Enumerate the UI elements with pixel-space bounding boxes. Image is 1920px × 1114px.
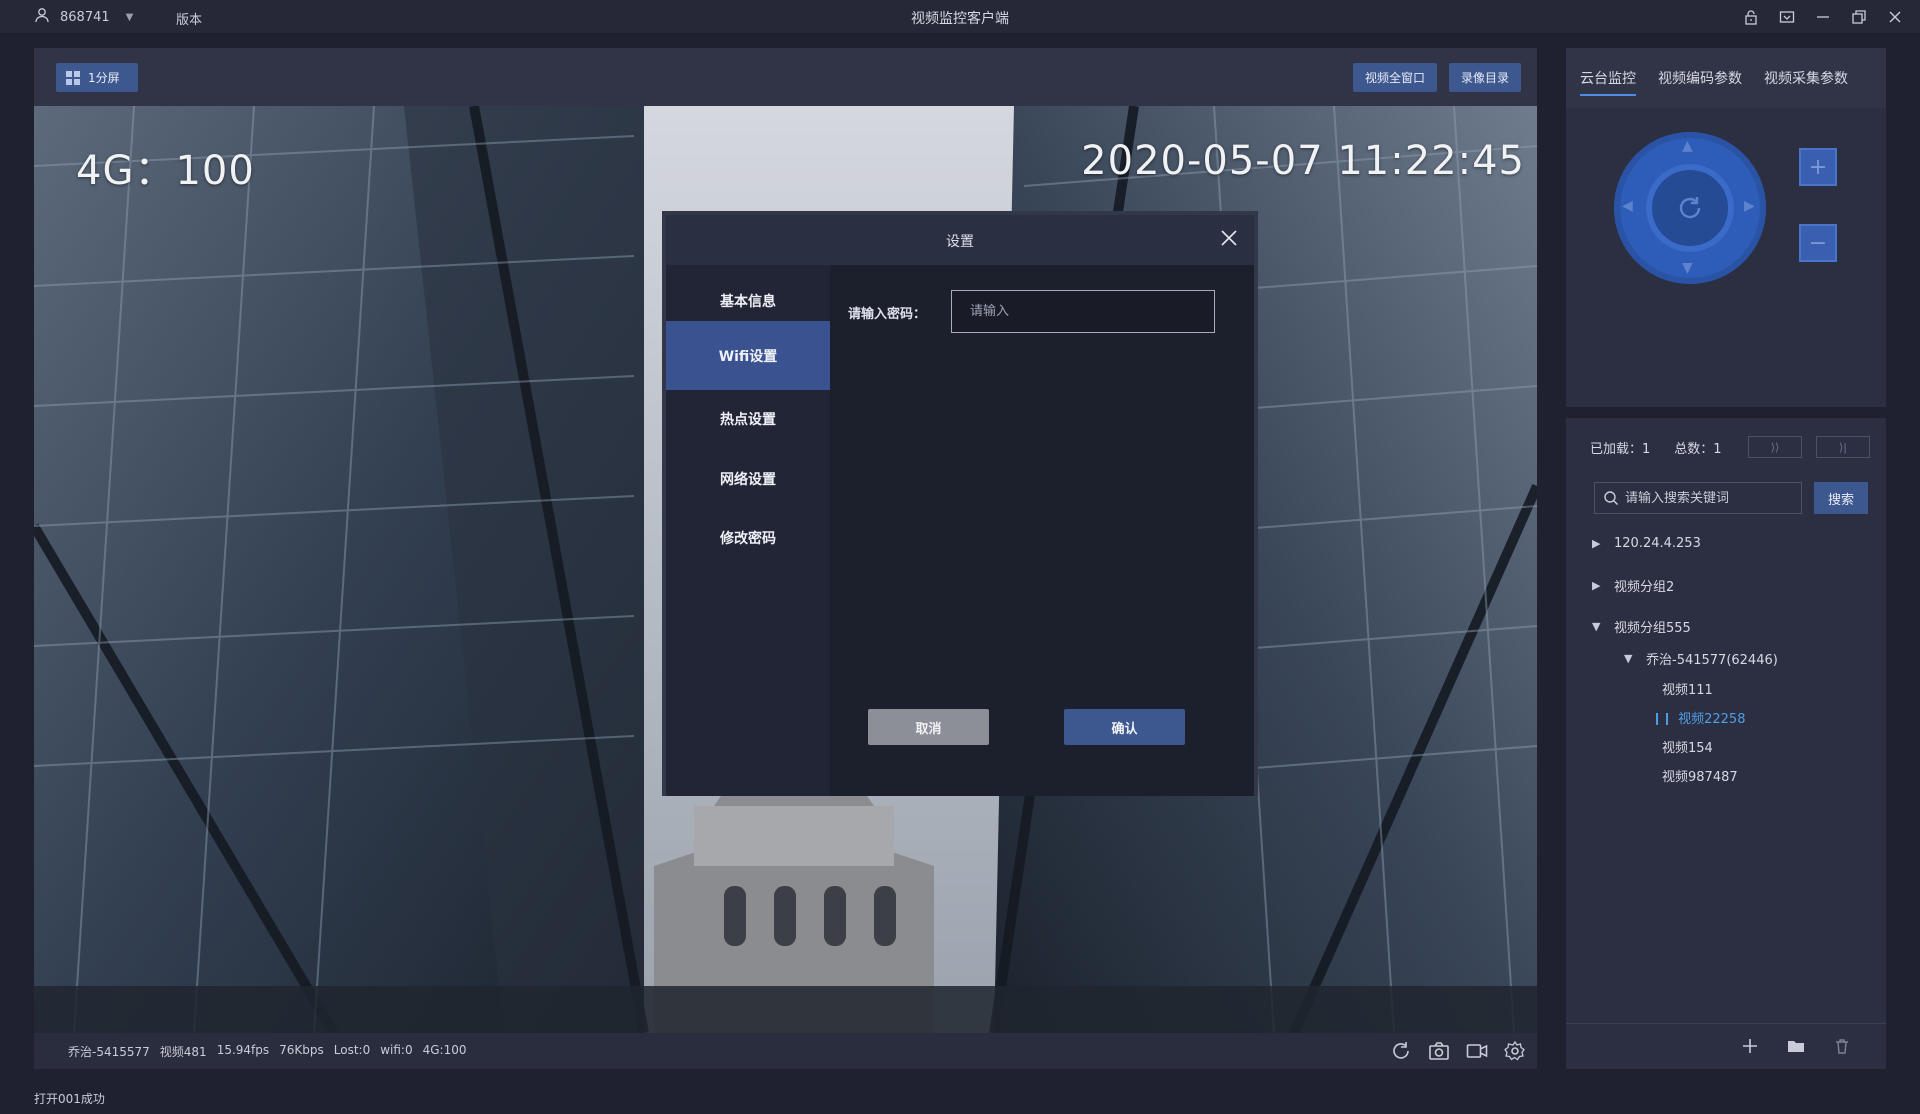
device-tree-panel: 已加载：1 总数：1 ⟩⟩ ⟩| 搜索 ▶ 120.24.4.253 ▶ 视频分…: [1566, 418, 1886, 1069]
add-icon[interactable]: [1740, 1036, 1760, 1056]
close-icon[interactable]: [1218, 227, 1240, 249]
stream-info-item: 4G:100: [422, 1043, 467, 1057]
tree-node-label: 视频987487: [1662, 770, 1738, 785]
tab-2[interactable]: 视频采集参数: [1764, 62, 1848, 94]
tree-node-channel-active[interactable]: ❙❙ 视频22258: [1652, 708, 1746, 728]
expand-icon: ▶: [1592, 537, 1601, 550]
close-icon[interactable]: [1886, 8, 1904, 26]
reset-icon: [1679, 197, 1701, 219]
split-screen-button[interactable]: 1分屏: [56, 63, 138, 92]
fullscreen-button[interactable]: 视频全窗口: [1352, 63, 1437, 92]
settings-dialog: 设置 基本信息 Wifi设置 热点设置 网络设置 修改密码 请输入密码： 取消 …: [662, 211, 1258, 796]
tree-node-label: 视频分组2: [1614, 580, 1675, 595]
nav-network-settings[interactable]: 网络设置: [666, 449, 830, 509]
collapse-icon: ▼: [1624, 652, 1633, 665]
settings-nav: 基本信息 Wifi设置 热点设置 网络设置 修改密码: [666, 265, 830, 796]
tab-1[interactable]: 视频编码参数: [1658, 62, 1742, 94]
tree-node-label: 视频154: [1662, 741, 1713, 756]
app-status-message: 打开001成功: [34, 1092, 105, 1106]
loaded-count: 已加载：1: [1590, 442, 1651, 457]
confirm-button[interactable]: 确认: [1064, 709, 1185, 745]
title-bar: 868741 ▼ 版本 视频监控客户端: [0, 0, 1920, 34]
grid-icon: [66, 70, 80, 85]
tree-node-label: 乔治-541577(62446): [1646, 653, 1778, 668]
right-tabs: 云台监控 视频编码参数 视频采集参数: [1566, 48, 1886, 108]
tree-footer: [1566, 1023, 1886, 1069]
osd-signal: 4G：100: [76, 148, 255, 194]
folder-icon[interactable]: [1786, 1036, 1806, 1056]
settings-icon[interactable]: [1503, 1039, 1527, 1063]
refresh-icon[interactable]: [1389, 1039, 1413, 1063]
stream-info-item: wifi:0: [380, 1043, 413, 1057]
camera-icon[interactable]: [1427, 1039, 1451, 1063]
settings-content: 请输入密码： 取消 确认: [830, 265, 1254, 796]
tree-node-channel[interactable]: 视频154: [1662, 737, 1713, 756]
zoom-out-button[interactable]: −: [1799, 224, 1837, 262]
tree-node-ip[interactable]: ▶ 120.24.4.253: [1592, 536, 1701, 551]
ptz-center[interactable]: [1646, 164, 1734, 252]
cancel-button[interactable]: 取消: [868, 709, 989, 745]
search-icon: [1604, 491, 1618, 505]
tree-node-label: 120.24.4.253: [1614, 536, 1701, 551]
tree-node-channel[interactable]: 视频111: [1662, 679, 1713, 698]
arrow-right-icon[interactable]: ▶: [1744, 198, 1755, 214]
video-status-bar: 乔治-5415577 视频481 15.94fps 76Kbps Lost:0 wifi:…: [34, 1033, 1537, 1069]
dialog-title: 设置: [946, 234, 974, 250]
tree-node-device[interactable]: ▼ 乔治-541577(62446): [1624, 649, 1778, 668]
collapse-icon: ▼: [1592, 620, 1601, 633]
display-icon[interactable]: [1778, 8, 1796, 26]
dialog-header: 设置: [666, 215, 1254, 265]
trash-icon[interactable]: [1832, 1036, 1852, 1056]
expand-icon: ▶: [1592, 579, 1601, 592]
search-button[interactable]: 搜索: [1814, 482, 1868, 514]
total-count: 总数：1: [1674, 442, 1722, 457]
arrow-left-icon[interactable]: ◀: [1622, 198, 1633, 214]
tree-node-group2[interactable]: ▶ 视频分组2: [1592, 576, 1674, 595]
zoom-in-button[interactable]: +: [1799, 148, 1837, 186]
stream-info-item: 15.94fps: [216, 1043, 270, 1057]
stream-info-item: 视频481: [159, 1045, 207, 1059]
pause-icon: ❙❙: [1652, 710, 1673, 725]
tree-node-group555[interactable]: ▼ 视频分组555: [1592, 617, 1691, 636]
tree-node-label: 视频22258: [1678, 712, 1746, 727]
nav-wifi-settings[interactable]: Wifi设置: [666, 321, 830, 390]
osd-timestamp: 2020-05-07 11:22:45: [1081, 138, 1525, 184]
lock-icon[interactable]: [1742, 8, 1760, 26]
ptz-direction-pad[interactable]: ▲ ▼ ◀ ▶: [1614, 132, 1766, 284]
minimize-icon[interactable]: [1814, 8, 1832, 26]
video-record-icon[interactable]: [1465, 1039, 1489, 1063]
nav-change-password[interactable]: 修改密码: [666, 508, 830, 568]
window-title: 视频监控客户端: [911, 11, 1009, 27]
next-page-button[interactable]: ⟩⟩: [1748, 436, 1802, 458]
restore-icon[interactable]: [1850, 8, 1868, 26]
arrow-down-icon[interactable]: ▼: [1682, 260, 1693, 276]
tree-node-channel[interactable]: 视频987487: [1662, 766, 1738, 785]
arrow-up-icon[interactable]: ▲: [1682, 138, 1693, 154]
password-label: 请输入密码：: [848, 307, 927, 322]
stream-info-item: Lost:0: [333, 1043, 371, 1057]
search-field[interactable]: [1594, 482, 1802, 514]
stream-info-item: 乔治-5415577: [68, 1045, 150, 1059]
record-directory-button[interactable]: 录像目录: [1448, 63, 1521, 92]
password-input[interactable]: [951, 290, 1215, 333]
ptz-panel: 云台监控 视频编码参数 视频采集参数 ▲ ▼ ◀ ▶ + −: [1566, 48, 1886, 407]
tab-0[interactable]: 云台监控: [1580, 62, 1636, 96]
stream-info-item: 76Kbps: [279, 1043, 324, 1057]
last-page-button[interactable]: ⟩|: [1816, 436, 1870, 458]
tree-node-label: 视频分组555: [1614, 621, 1691, 636]
stream-info: 乔治-5415577 视频481 15.94fps 76Kbps Lost:0 wifi:…: [68, 1043, 467, 1060]
tree-node-label: 视频111: [1662, 683, 1713, 698]
video-toolbar: 1分屏 视频全窗口 录像目录: [34, 48, 1537, 106]
search-input[interactable]: [1625, 490, 1795, 506]
split-screen-label: 1分屏: [88, 71, 120, 85]
nav-hotspot-settings[interactable]: 热点设置: [666, 389, 830, 449]
